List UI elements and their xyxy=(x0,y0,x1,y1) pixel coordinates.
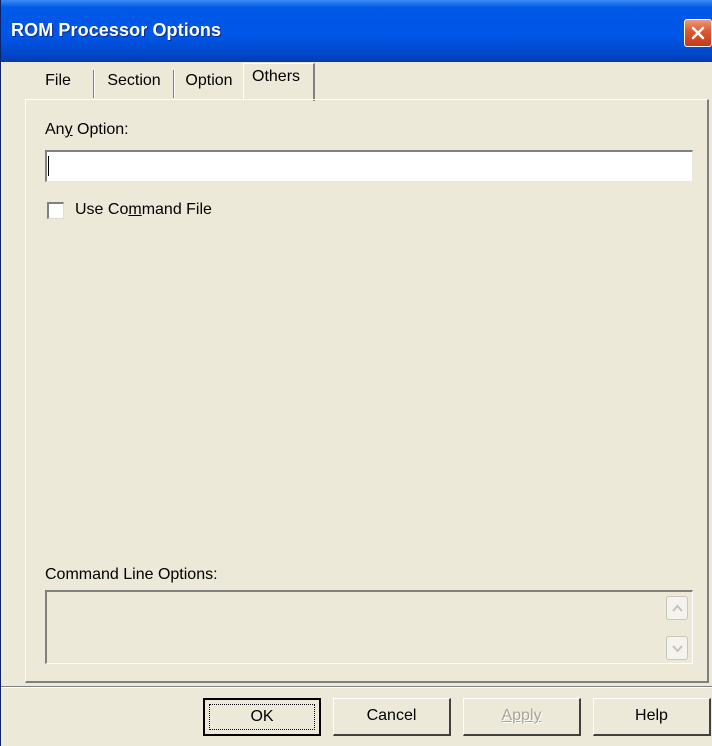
scroll-down-button[interactable] xyxy=(666,636,688,660)
close-button[interactable] xyxy=(684,19,712,47)
apply-button-label: Apply xyxy=(501,707,542,724)
divider-highlight xyxy=(1,687,712,688)
tab-file-label: File xyxy=(45,72,71,89)
tab-divider xyxy=(174,70,175,98)
command-line-options-textarea[interactable] xyxy=(45,590,693,664)
tab-others-label: Others xyxy=(252,68,301,85)
tab-section[interactable]: Section xyxy=(95,68,173,98)
tab-others[interactable]: Others xyxy=(243,63,315,101)
any-option-label-text: An xyxy=(45,121,65,138)
use-command-file-label-mnemonic: m xyxy=(128,201,142,218)
help-button[interactable]: Help xyxy=(593,698,711,736)
any-option-label-text-end: Option: xyxy=(72,121,129,138)
arrow-up-icon xyxy=(672,604,683,612)
command-line-options-label: Command Line Options: xyxy=(45,566,218,583)
close-icon xyxy=(691,26,705,40)
focus-rect xyxy=(209,704,315,730)
text-caret xyxy=(48,156,49,176)
apply-button[interactable]: Apply xyxy=(463,698,581,736)
title-bar[interactable]: ROM Processor Options xyxy=(1,0,712,62)
cancel-button-label: Cancel xyxy=(366,707,417,724)
tab-section-label: Section xyxy=(107,72,161,89)
use-command-file-label-text-end: mand File xyxy=(141,201,212,218)
window-title: ROM Processor Options xyxy=(11,20,222,40)
tab-option-label: Option xyxy=(185,72,233,89)
tab-file[interactable]: File xyxy=(27,68,89,98)
any-option-input[interactable] xyxy=(45,150,693,182)
any-option-label: Any Option: xyxy=(45,121,129,139)
use-command-file-label[interactable]: Use Command File xyxy=(75,201,212,219)
dialog-window: ROM Processor Options File Section Optio… xyxy=(0,0,712,746)
arrow-down-icon xyxy=(672,645,683,653)
help-button-label: Help xyxy=(635,707,668,724)
tab-option[interactable]: Option xyxy=(177,68,241,98)
ok-button[interactable]: OK xyxy=(203,698,321,736)
scroll-up-button[interactable] xyxy=(666,596,688,620)
use-command-file-label-text: Use Co xyxy=(75,201,129,218)
cancel-button[interactable]: Cancel xyxy=(333,698,451,736)
any-option-label-mnemonic: y xyxy=(64,121,73,138)
use-command-file-checkbox[interactable] xyxy=(47,202,64,219)
